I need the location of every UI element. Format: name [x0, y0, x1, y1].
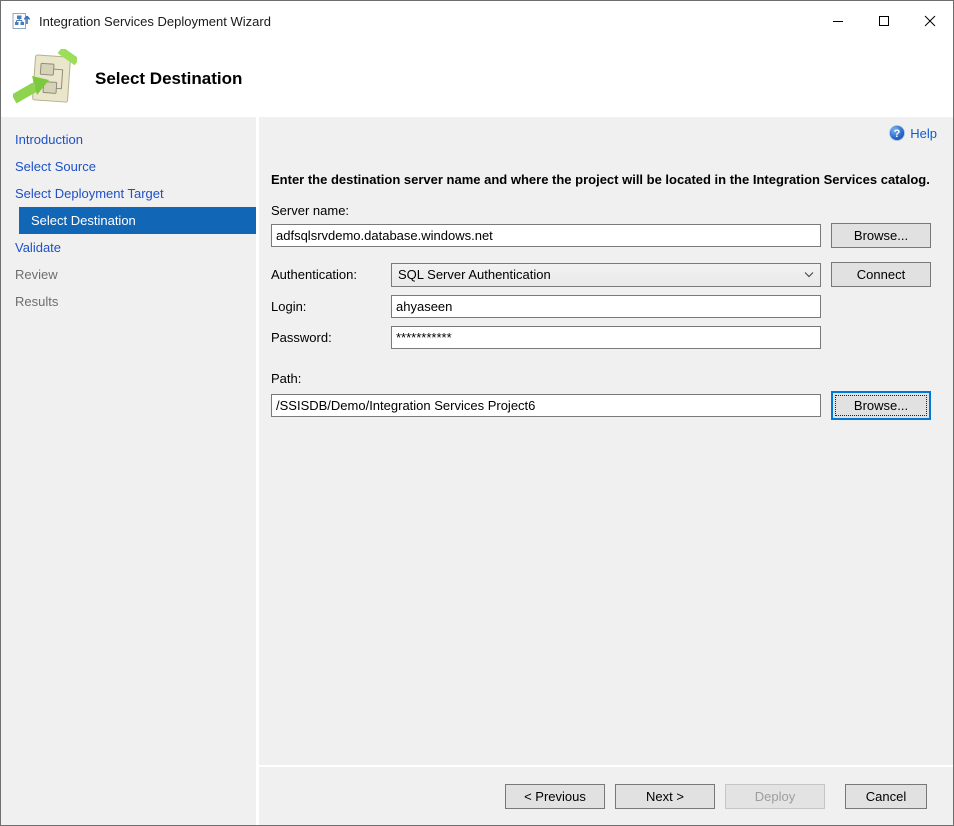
login-input[interactable] — [391, 295, 821, 318]
help-label: Help — [910, 126, 937, 141]
maximize-button[interactable] — [861, 1, 907, 41]
chevron-down-icon — [804, 272, 814, 278]
app-icon — [11, 11, 31, 31]
close-button[interactable] — [907, 1, 953, 41]
page-title: Select Destination — [95, 69, 242, 89]
help-link[interactable]: ? Help — [889, 125, 937, 141]
sidebar-item-validate[interactable]: Validate — [1, 234, 256, 261]
password-label: Password: — [271, 330, 391, 345]
connect-button[interactable]: Connect — [831, 262, 931, 287]
authentication-dropdown[interactable]: SQL Server Authentication — [391, 263, 821, 287]
window-title: Integration Services Deployment Wizard — [39, 14, 271, 29]
path-browse-button[interactable]: Browse... — [831, 391, 931, 420]
deployment-wizard-icon — [13, 49, 77, 109]
wizard-body: Introduction Select Source Select Deploy… — [1, 117, 953, 825]
server-browse-button[interactable]: Browse... — [831, 223, 931, 248]
authentication-label: Authentication: — [271, 267, 391, 282]
sidebar-item-introduction[interactable]: Introduction — [1, 126, 256, 153]
svg-text:?: ? — [894, 128, 901, 140]
deploy-button: Deploy — [725, 784, 825, 809]
window-controls — [815, 1, 953, 41]
minimize-button[interactable] — [815, 1, 861, 41]
content-column: ? Help Enter the destination server name… — [259, 117, 953, 825]
password-input[interactable] — [391, 326, 821, 349]
minimize-icon — [832, 15, 844, 27]
wizard-footer: < Previous Next > Deploy Cancel — [259, 765, 953, 825]
next-button[interactable]: Next > — [615, 784, 715, 809]
login-label: Login: — [271, 299, 391, 314]
wizard-window: Integration Services Deployment Wizard — [0, 0, 954, 826]
page-description: Enter the destination server name and wh… — [271, 170, 931, 189]
path-label: Path: — [271, 371, 953, 386]
previous-button[interactable]: < Previous — [505, 784, 605, 809]
authentication-selected-value: SQL Server Authentication — [398, 267, 804, 282]
main-panel: ? Help Enter the destination server name… — [259, 117, 953, 765]
close-icon — [924, 15, 936, 27]
path-input[interactable] — [271, 394, 821, 417]
server-name-label: Server name: — [271, 203, 953, 218]
help-icon: ? — [889, 125, 905, 141]
maximize-icon — [878, 15, 890, 27]
sidebar-item-select-source[interactable]: Select Source — [1, 153, 256, 180]
sidebar-item-results: Results — [1, 288, 256, 315]
titlebar: Integration Services Deployment Wizard — [1, 1, 953, 41]
sidebar-item-select-destination[interactable]: Select Destination — [19, 207, 256, 234]
page-header: Select Destination — [1, 41, 953, 117]
steps-sidebar: Introduction Select Source Select Deploy… — [1, 117, 256, 825]
cancel-button[interactable]: Cancel — [845, 784, 927, 809]
server-name-input[interactable] — [271, 224, 821, 247]
sidebar-item-review: Review — [1, 261, 256, 288]
sidebar-item-select-deployment-target[interactable]: Select Deployment Target — [1, 180, 256, 207]
